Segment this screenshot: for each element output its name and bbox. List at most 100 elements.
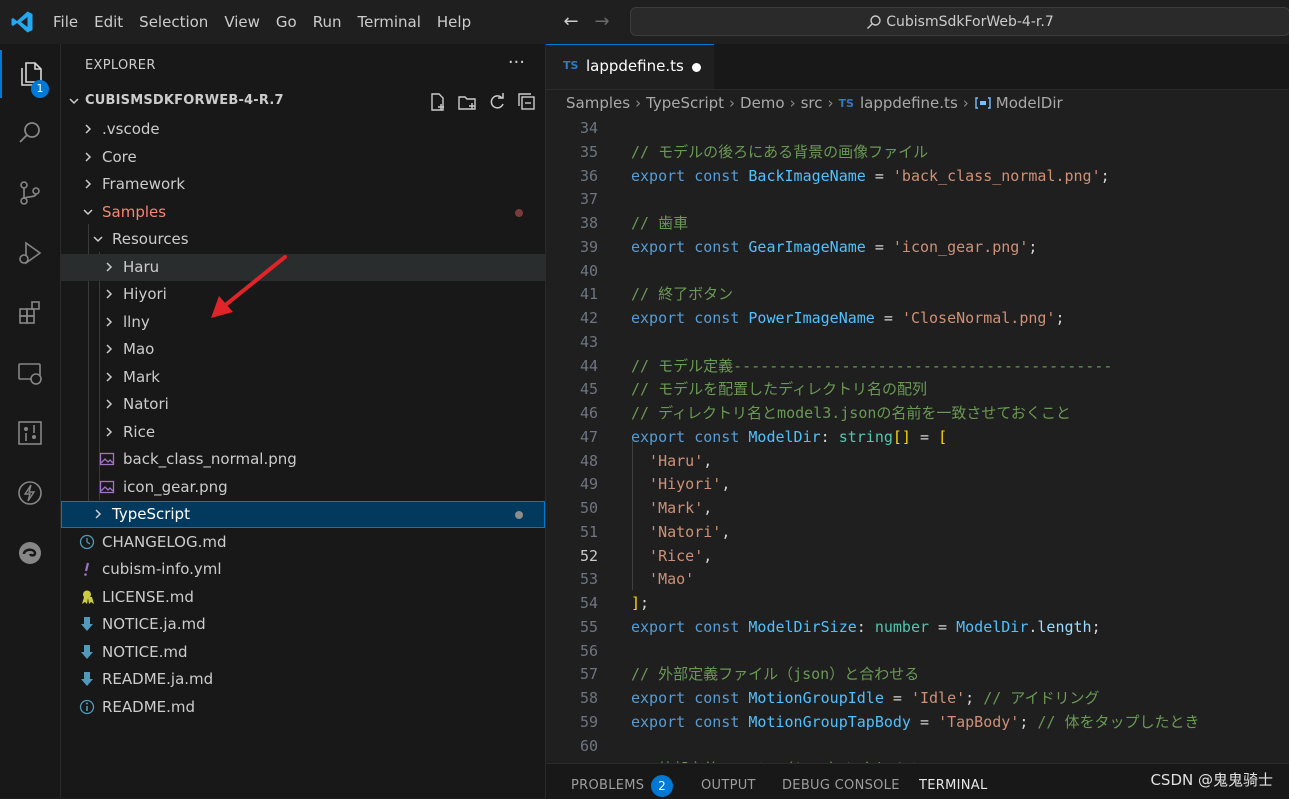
code-line[interactable]: 50 'Mark', [546, 496, 1289, 520]
tab-debug-console[interactable]: DEBUG CONSOLE [782, 778, 900, 793]
menu-go[interactable]: Go [268, 0, 305, 44]
code-line[interactable]: 48 'Haru', [546, 449, 1289, 473]
workspace-root[interactable]: CUBISMSDKFORWEB-4-R.7 [61, 90, 545, 114]
code-line[interactable]: 42 export const PowerImageName = 'CloseNo… [546, 306, 1289, 330]
code-line[interactable]: 53 'Mao' [546, 567, 1289, 591]
code-line[interactable]: 49 'Hiyori', [546, 472, 1289, 496]
unsaved-dot-icon[interactable] [692, 63, 701, 72]
tree-folder-typescript[interactable]: TypeScript [61, 501, 545, 528]
code-line[interactable]: 45 // モデルを配置したディレクトリ名の配列 [546, 377, 1289, 401]
azure-activity[interactable] [0, 469, 60, 517]
line-number: 34 [579, 119, 598, 137]
menu-edit[interactable]: Edit [86, 0, 131, 44]
menu-view[interactable]: View [216, 0, 268, 44]
menu-selection[interactable]: Selection [131, 0, 216, 44]
chevron-down-icon [69, 98, 79, 105]
breadcrumb-item[interactable]: Samples [566, 94, 630, 112]
code-line[interactable]: 60 [546, 734, 1289, 758]
tree-file-cubism-info[interactable]: cubism-info.yml [61, 556, 545, 583]
back-arrow-icon[interactable]: ← [559, 10, 583, 34]
workspace-root-label: CUBISMSDKFORWEB-4-R.7 [85, 93, 284, 108]
code-line[interactable]: 39 export const GearImageName = 'icon_gea… [546, 235, 1289, 259]
explorer-activity[interactable]: 1 [0, 50, 60, 98]
command-center-search[interactable]: CubismSdkForWeb-4-r.7 [630, 7, 1289, 36]
tree-file-readme[interactable]: README.md [61, 694, 545, 721]
tree-file-notice[interactable]: NOTICE.md [61, 639, 545, 666]
tab-lappdefine[interactable]: TS lappdefine.ts [546, 44, 714, 89]
code-line[interactable]: 43 [546, 330, 1289, 354]
code-line[interactable]: 37 [546, 187, 1289, 211]
edge-activity[interactable] [0, 529, 60, 577]
tree-folder-vscode[interactable]: .vscode [61, 116, 545, 143]
code-line[interactable]: 52 'Rice', [546, 544, 1289, 568]
tree-file-icon-gear[interactable]: icon_gear.png [61, 474, 545, 501]
code-line[interactable]: 55 export const ModelDirSize: number = Mo… [546, 615, 1289, 639]
tree-file-changelog[interactable]: CHANGELOG.md [61, 529, 545, 556]
tree-folder-resources[interactable]: Resources [61, 226, 545, 253]
code-token: [ [938, 427, 948, 446]
explorer-actions [427, 92, 537, 112]
tree-file-license[interactable]: LICENSE.md [61, 584, 545, 611]
forward-arrow-icon[interactable]: → [590, 10, 614, 34]
code-line[interactable]: 58 export const MotionGroupIdle = 'Idle';… [546, 686, 1289, 710]
variable-symbol-icon [975, 97, 991, 109]
breadcrumb-item[interactable]: ModelDir [996, 94, 1063, 112]
tree-folder-natori[interactable]: Natori [61, 391, 545, 418]
tree-folder-samples[interactable]: Samples [61, 199, 545, 226]
code-text: export const PowerImageName = 'CloseNorm… [631, 306, 1065, 330]
tree-file-readme-ja[interactable]: README.ja.md [61, 666, 545, 693]
menu-run[interactable]: Run [305, 0, 350, 44]
tree-folder-rice[interactable]: Rice [61, 419, 545, 446]
explorer-sidebar: EXPLORER ··· CUBISMSDKFORWEB-4-R.7 .vsco… [61, 44, 546, 798]
code-line[interactable]: 40 [546, 259, 1289, 283]
code-line[interactable]: 44 // モデル定義------------------------------… [546, 354, 1289, 378]
run-debug-activity[interactable] [0, 229, 60, 277]
code-token: export const [631, 427, 749, 446]
code-line[interactable]: 46 // ディレクトリ名とmodel3.jsonの名前を一致させておくこと [546, 401, 1289, 425]
more-actions-icon[interactable]: ··· [508, 52, 525, 73]
menu-help[interactable]: Help [429, 0, 479, 44]
code-line[interactable]: 38 // 歯車 [546, 211, 1289, 235]
tree-folder-core[interactable]: Core [61, 144, 545, 171]
new-folder-icon[interactable] [457, 92, 477, 112]
tree-label: Rice [123, 423, 156, 441]
breadcrumb-item[interactable]: lappdefine.ts [860, 94, 958, 112]
code-token: , [721, 475, 731, 494]
dashboard-activity[interactable] [0, 409, 60, 457]
code-line[interactable]: 56 [546, 639, 1289, 663]
tab-problems[interactable]: PROBLEMS [571, 778, 644, 793]
source-control-activity[interactable] [0, 169, 60, 217]
code-line[interactable]: 57 // 外部定義ファイル（json）と合わせる [546, 662, 1289, 686]
tree-folder-framework[interactable]: Framework [61, 171, 545, 198]
remote-explorer-activity[interactable] [0, 349, 60, 397]
tree-file-notice-ja[interactable]: NOTICE.ja.md [61, 611, 545, 638]
menu-file[interactable]: File [45, 0, 86, 44]
code-token: 'TapBody' [938, 712, 1020, 731]
code-line[interactable]: 35 // モデルの後ろにある背景の画像ファイル [546, 140, 1289, 164]
breadcrumb-item[interactable]: Demo [740, 94, 785, 112]
line-number: 57 [579, 665, 598, 684]
code-line[interactable]: 54]; [546, 591, 1289, 615]
extensions-activity[interactable] [0, 289, 60, 337]
menu-terminal[interactable]: Terminal [350, 0, 429, 44]
code-line[interactable]: 59 export const MotionGroupTapBody = 'Tap… [546, 710, 1289, 734]
breadcrumb-item[interactable]: src [801, 94, 823, 112]
code-line[interactable]: 47 export const ModelDir: string[] = [ [546, 425, 1289, 449]
code-token: // 終了ボタン [631, 285, 734, 304]
code-line[interactable]: 51 'Natori', [546, 520, 1289, 544]
collapse-all-icon[interactable] [517, 92, 537, 112]
line-number: 44 [579, 356, 598, 375]
search-activity[interactable] [0, 109, 60, 157]
code-editor[interactable]: 34 35 // モデルの後ろにある背景の画像ファイル 36 export const … [546, 116, 1289, 763]
chevron-right-icon [106, 344, 113, 354]
tab-output[interactable]: OUTPUT [701, 778, 756, 793]
tree-file-back-class-normal[interactable]: back_class_normal.png [61, 446, 545, 473]
breadcrumb-item[interactable]: TypeScript [646, 94, 724, 112]
code-line[interactable]: 34 [546, 116, 1289, 140]
tab-terminal[interactable]: TERMINAL [919, 778, 988, 793]
code-line[interactable]: 36 export const BackImageName = 'back_cla… [546, 164, 1289, 188]
new-file-icon[interactable] [427, 92, 447, 112]
code-token: ; [1028, 237, 1038, 256]
code-line[interactable]: 41 // 終了ボタン [546, 282, 1289, 306]
refresh-icon[interactable] [487, 92, 507, 112]
